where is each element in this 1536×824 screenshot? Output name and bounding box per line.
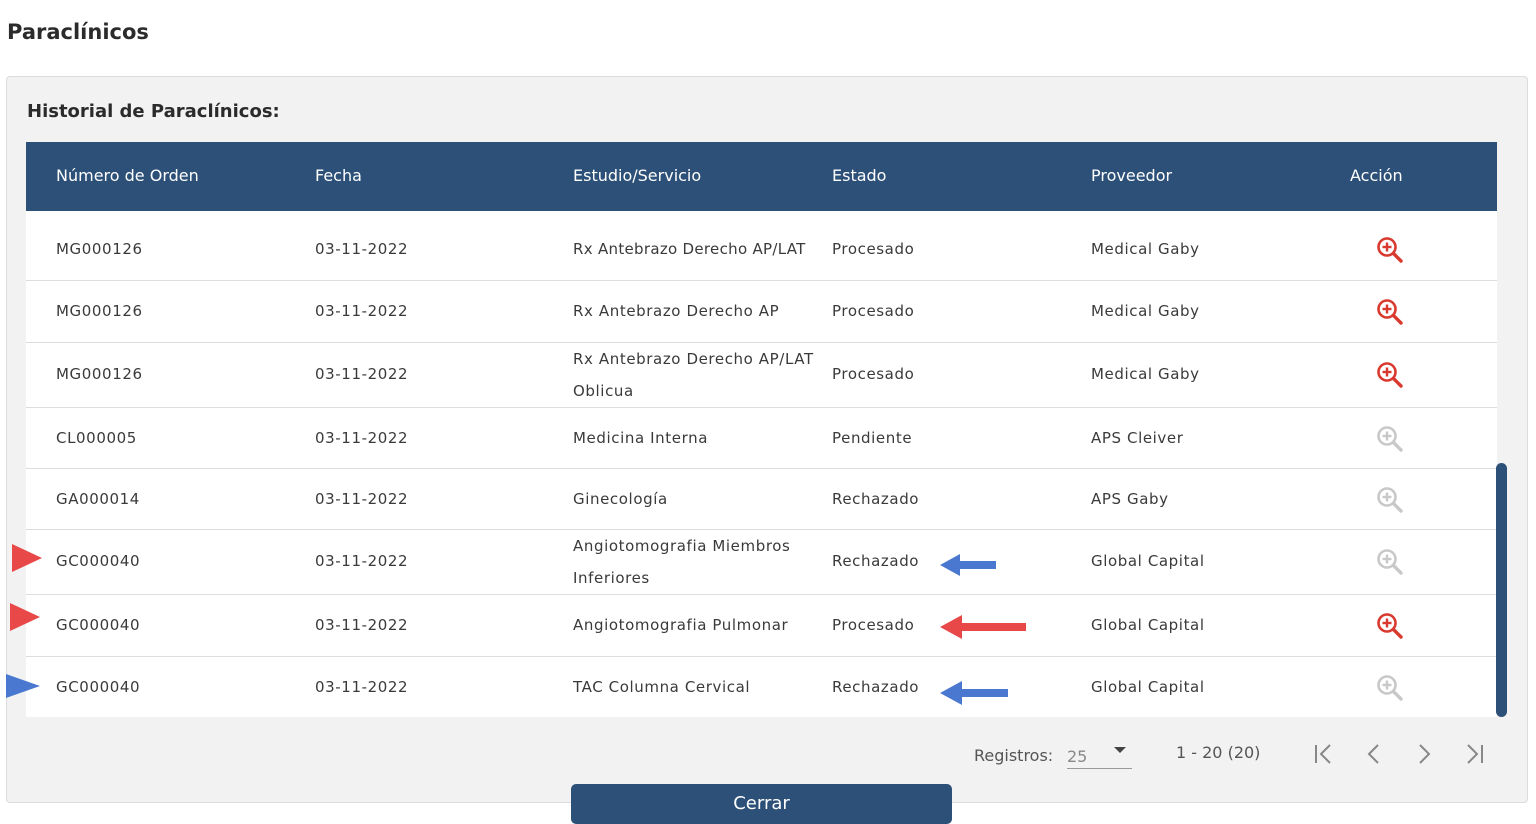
history-card: Historial de Paraclínicos: Número de Ord… (6, 76, 1528, 803)
blue-arrow-2 (940, 681, 1008, 705)
cell-date: 03-11-2022 (315, 302, 409, 320)
cell-date: 03-11-2022 (315, 365, 409, 383)
section-title: Historial de Paraclínicos: (27, 101, 280, 122)
col-header-action: Acción (1350, 166, 1403, 185)
zoom-in-icon[interactable] (1376, 298, 1404, 326)
close-button[interactable]: Cerrar (571, 784, 952, 824)
cell-study: TAC Columna Cervical (573, 678, 751, 696)
cell-order: CL000005 (56, 429, 137, 447)
cell-order: MG000126 (56, 240, 143, 258)
zoom-in-disabled-icon (1377, 549, 1403, 575)
zoom-in-icon[interactable] (1376, 612, 1404, 640)
cell-study: Rx Antebrazo Derecho AP (573, 302, 780, 320)
cell-order: MG000126 (56, 365, 143, 383)
cell-status: Procesado (832, 365, 915, 383)
col-header-date[interactable]: Fecha (315, 166, 362, 185)
cell-order: MG000126 (56, 302, 143, 320)
next-page-icon[interactable] (1410, 740, 1438, 768)
cell-date: 03-11-2022 (315, 616, 409, 634)
cell-provider: APS Cleiver (1091, 429, 1184, 447)
table-row: GC000040 03-11-2022 Angiotomografia Miembr… (26, 530, 1497, 595)
cell-status: Rechazado (832, 490, 920, 508)
zoom-in-icon[interactable] (1376, 236, 1404, 264)
cell-status: Rechazado (832, 678, 920, 696)
zoom-in-disabled-icon (1377, 675, 1403, 701)
page-title: Paraclínicos (7, 20, 149, 44)
table-header: Número de Orden Fecha Estudio/Servicio E… (26, 142, 1497, 211)
page-size-value: 25 (1067, 747, 1088, 766)
table-scrollbar[interactable] (1496, 463, 1507, 717)
col-header-provider[interactable]: Proveedor (1091, 166, 1172, 185)
cell-provider: Medical Gaby (1091, 240, 1200, 258)
table-row: GC000040 03-11-2022 TAC Columna Cervical Re… (26, 657, 1497, 717)
table-row: MG000126 03-11-2022 Rx Antebrazo Derecho A… (26, 281, 1497, 343)
cell-status: Procesado (832, 240, 915, 258)
zoom-in-disabled-icon (1377, 487, 1403, 513)
cell-date: 03-11-2022 (315, 240, 409, 258)
cell-study: Medicina Interna (573, 429, 708, 447)
col-header-status[interactable]: Estado (832, 166, 886, 185)
cell-status: Procesado (832, 302, 915, 320)
table-row: MG000126 03-11-2022 Rx Antebrazo Derecho A… (26, 343, 1497, 408)
col-header-order[interactable]: Número de Orden (56, 166, 199, 185)
cell-provider: Global Capital (1091, 552, 1205, 570)
history-table: Número de Orden Fecha Estudio/Servicio E… (26, 142, 1497, 717)
cell-order: GC000040 (56, 616, 141, 634)
red-marker-triangle-2 (10, 603, 40, 631)
cell-date: 03-11-2022 (315, 429, 409, 447)
chevron-down-icon (1114, 747, 1126, 753)
table-row: MG000126 03-11-2022 Rx Antebrazo Derecho A… (26, 219, 1497, 281)
cell-status: Rechazado (832, 552, 920, 570)
cell-study: Rx Antebrazo Derecho AP/LAT Oblicua (573, 350, 814, 400)
cell-provider: Medical Gaby (1091, 365, 1200, 383)
cell-provider: APS Gaby (1091, 490, 1169, 508)
zoom-in-disabled-icon (1377, 426, 1403, 452)
cell-study: Angiotomografia Miembros Inferiores (573, 537, 791, 587)
cell-provider: Medical Gaby (1091, 302, 1200, 320)
cell-status: Procesado (832, 616, 915, 634)
cell-provider: Global Capital (1091, 678, 1205, 696)
cell-order: GC000040 (56, 552, 141, 570)
cell-study: Angiotomografia Pulmonar (573, 616, 789, 634)
first-page-icon[interactable] (1310, 740, 1338, 768)
col-header-study[interactable]: Estudio/Servicio (573, 166, 701, 185)
red-marker-triangle-1 (12, 544, 42, 572)
cell-study: Rx Antebrazo Derecho AP/LAT (573, 240, 806, 258)
cell-order: GC000040 (56, 678, 141, 696)
page-range: 1 - 20 (20) (1176, 743, 1261, 762)
table-row: GA000014 03-11-2022 Ginecología Rechazado AP… (26, 469, 1497, 530)
page-size-label: Registros: (974, 746, 1054, 765)
cell-study: Ginecología (573, 490, 668, 508)
cell-date: 03-11-2022 (315, 490, 409, 508)
blue-marker-triangle (6, 674, 40, 698)
prev-page-icon[interactable] (1360, 740, 1388, 768)
cell-date: 03-11-2022 (315, 678, 409, 696)
cell-order: GA000014 (56, 490, 140, 508)
cell-provider: Global Capital (1091, 616, 1205, 634)
last-page-icon[interactable] (1460, 740, 1488, 768)
cell-date: 03-11-2022 (315, 552, 409, 570)
table-row: CL000005 03-11-2022 Medicina Interna Pendie… (26, 408, 1497, 469)
table-row: GC000040 03-11-2022 Angiotomografia Pulmon… (26, 595, 1497, 657)
red-arrow (940, 615, 1026, 639)
page-size-select[interactable]: 25 (1067, 741, 1132, 769)
zoom-in-icon[interactable] (1376, 361, 1404, 389)
blue-arrow-1 (940, 554, 996, 576)
cell-status: Pendiente (832, 429, 913, 447)
